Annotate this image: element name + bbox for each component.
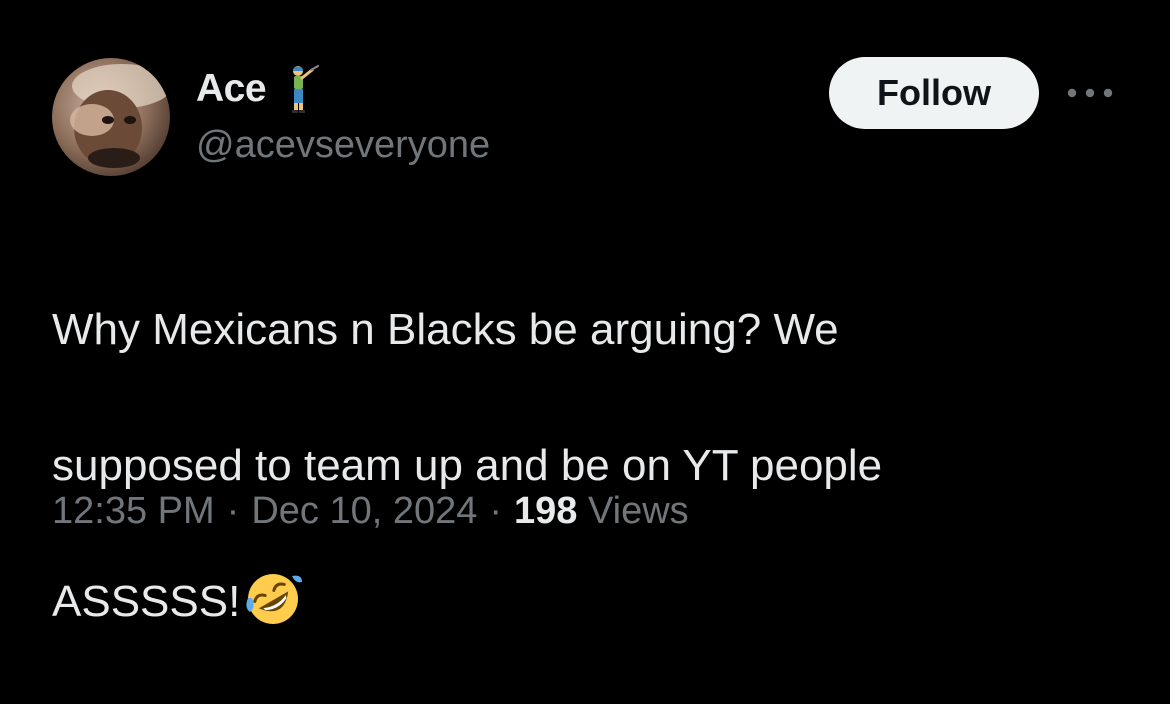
display-name-row: Ace bbox=[196, 64, 322, 114]
tweet-text-line-last: ASSSSS! bbox=[52, 568, 1132, 636]
views-count: 198 bbox=[514, 490, 578, 532]
avatar-image bbox=[52, 58, 170, 176]
rolling-on-floor-laughing-icon bbox=[242, 568, 304, 630]
more-options-icon[interactable] bbox=[1064, 78, 1116, 108]
tweet-time[interactable]: 12:35 PM bbox=[52, 490, 215, 532]
follow-button[interactable]: Follow bbox=[829, 57, 1039, 129]
tweet-text-line: Why Mexicans n Blacks be arguing? We bbox=[52, 305, 839, 354]
avatar[interactable] bbox=[52, 58, 170, 176]
tweet-text-line-end: ASSSSS! bbox=[52, 577, 241, 626]
views-label: Views bbox=[588, 490, 689, 532]
display-name[interactable]: Ace bbox=[196, 67, 267, 111]
tweet-text: Why Mexicans n Blacks be arguing? We sup… bbox=[52, 228, 1132, 704]
meta-separator: · bbox=[489, 490, 503, 532]
golfer-icon bbox=[282, 64, 322, 114]
tweet-meta: 12:35 PM · Dec 10, 2024 · 198 Views bbox=[52, 490, 689, 533]
handle[interactable]: @acevseveryone bbox=[196, 124, 490, 167]
tweet-date[interactable]: Dec 10, 2024 bbox=[251, 490, 477, 532]
meta-separator: · bbox=[226, 490, 240, 532]
tweet-card: Ace @acevseveryone Follow Why Mexicans n… bbox=[0, 0, 1170, 626]
